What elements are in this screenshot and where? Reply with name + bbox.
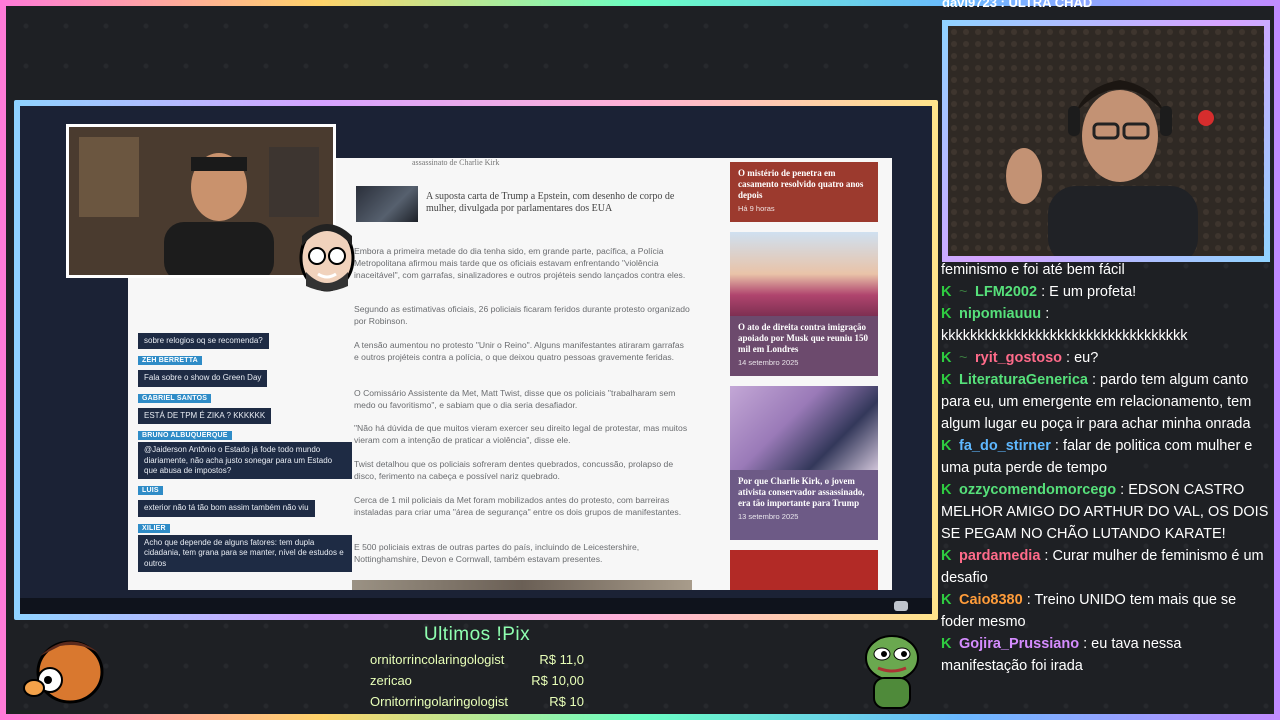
chat-message-text: E um profeta! (1049, 284, 1137, 300)
video-chat-overlay: sobre relogios oq se recomenda? ZEH BERR… (138, 330, 358, 572)
article-paragraph: Segundo as estimativas oficiais, 26 poli… (354, 304, 690, 326)
chat-message-text: eu? (1074, 350, 1099, 366)
chat-message: Kpardamedia : Curar mulher de feminismo … (941, 545, 1271, 589)
kick-badge-icon: K (941, 636, 952, 652)
pix-name: zericao (370, 673, 412, 688)
side-card-partial[interactable] (730, 550, 878, 590)
protest-photo (730, 232, 878, 316)
article-paragraph: Twist detalhou que os policiais sofreram… (354, 459, 674, 481)
related-article-title: A suposta carta de Trump a Epstein, com … (426, 191, 675, 214)
kick-badge-icon: K (941, 592, 952, 608)
overlay-username: ZEH BERRETTA (138, 356, 202, 366)
overlay-message: exterior não tá tão bom assim também não… (138, 500, 315, 517)
overlay-message: ESTÁ DE TPM É ZIKA ? KKKKKK (138, 407, 272, 425)
live-chat: feminismo e foi até bem fácil K ~ LFM2002 … (941, 259, 1271, 677)
side-card-title: O mistério de penetra em casamento resol… (738, 168, 864, 200)
overlay-username: BRUNO ALBUQUERQUE (138, 431, 232, 441)
article-paragraph: "Não há dúvida de que muitos vieram exer… (354, 423, 688, 445)
pix-amount: R$ 10,00 (531, 673, 584, 688)
chat-username[interactable]: Caio8380 (959, 592, 1023, 608)
kick-badge-icon: K (941, 350, 952, 366)
screen-capture: assassinato de Charlie Kirk A suposta ca… (20, 106, 932, 614)
article-paragraph: O Comissário Assistente da Met, Matt Twi… (354, 388, 676, 410)
side-card-date: 13 setembro 2025 (738, 512, 799, 522)
chat-username[interactable]: nipomiauuu (959, 306, 1041, 322)
chat-message: K Caio8380 : Treino UNIDO tem mais que se… (941, 589, 1271, 633)
chat-message: Kfa_do_stirner : falar de politica com m… (941, 435, 1271, 479)
dash-icon: ~ (959, 350, 968, 366)
pix-row: zericao R$ 10,00 (370, 673, 584, 688)
chat-username[interactable]: fa_do_stirner (959, 438, 1051, 454)
side-card-title: Por que Charlie Kirk, o jovem ativista c… (738, 476, 865, 508)
pix-donations-panel: Ultimos !Pix ornitorrincolaringologist R$… (370, 624, 584, 709)
cartoon-mascot-left (20, 628, 110, 708)
chat-username[interactable]: Gojira_Prussiano (959, 636, 1079, 652)
pix-amount: R$ 10 (549, 694, 584, 709)
chat-message: K Gojira_Prussiano : eu tava nessa manife… (941, 633, 1271, 677)
kick-badge-icon: K (941, 306, 952, 322)
kick-badge-icon: K (941, 438, 952, 454)
screen-capture-frame: assassinato de Charlie Kirk A suposta ca… (14, 100, 938, 620)
article-image-strip (352, 580, 692, 590)
article-top-cut: assassinato de Charlie Kirk (412, 158, 500, 167)
chat-top-cut-message: davi9723 : ULTRA CHAD (942, 0, 1093, 10)
pause-icon[interactable] (894, 601, 908, 611)
overlay-message: @Jaiderson Antônio o Estado já fode todo… (138, 442, 352, 480)
pepe-mascot (862, 628, 924, 712)
pix-amount: R$ 11,0 (539, 652, 584, 667)
video-controls-bar[interactable] (20, 598, 932, 614)
chat-username[interactable]: pardamedia (959, 548, 1040, 564)
chat-username[interactable]: LiteraturaGenerica (959, 372, 1088, 388)
article-paragraph: Cerca de 1 mil policiais da Met foram mo… (354, 495, 682, 517)
side-card[interactable]: O ato de direita contra imigração apoiad… (730, 232, 878, 376)
chat-message: K ~ ryit_gostoso : eu? (941, 347, 1271, 369)
article-column: assassinato de Charlie Kirk A suposta ca… (352, 158, 702, 590)
chat-message: K LiteraturaGenerica : pardo tem algum ca… (941, 369, 1271, 435)
overlay-username: GABRIEL SANTOS (138, 393, 212, 403)
chat-username[interactable]: ryit_gostoso (975, 350, 1062, 366)
article-paragraph: A tensão aumentou no protesto "Unir o Re… (354, 340, 684, 362)
side-card[interactable]: Por que Charlie Kirk, o jovem ativista c… (730, 386, 878, 540)
overlay-message: Fala sobre o show do Green Day (138, 370, 268, 387)
chat-message: K ~ LFM2002 : E um profeta! (941, 281, 1271, 303)
chat-username[interactable]: ozzycomendomorcego (959, 482, 1116, 498)
article-paragraph: Embora a primeira metade do dia tenha si… (354, 246, 686, 280)
pix-name: ornitorrincolaringologist (370, 652, 505, 667)
chat-message: Knipomiauuu : kkkkkkkkkkkkkkkkkkkkkkkkkk… (941, 303, 1271, 347)
overlay-username: LUIS (138, 486, 163, 496)
pix-title: Ultimos !Pix (423, 624, 531, 645)
chat-message: Kozzycomendomorcego : EDSON CASTRO MELHO… (941, 479, 1271, 545)
streamer-webcam-frame (942, 20, 1270, 262)
chat-message-text: feminismo e foi até bem fácil (941, 262, 1125, 278)
side-card[interactable]: O mistério de penetra em casamento resol… (730, 162, 878, 222)
kick-badge-icon: K (941, 548, 952, 564)
pix-row: ornitorrincolaringologist R$ 11,0 (370, 652, 584, 667)
pix-row: Ornitorringolaringologist R$ 10 (370, 694, 584, 709)
pix-name: Ornitorringolaringologist (370, 694, 509, 709)
streamer-webcam (948, 26, 1264, 256)
side-card-title: O ato de direita contra imigração apoiad… (738, 322, 868, 354)
chat-message: feminismo e foi até bem fácil (941, 259, 1271, 281)
related-article-thumbnail (356, 186, 418, 222)
kick-badge-icon: K (941, 482, 952, 498)
article-paragraph: E 500 policiais extras de outras partes … (354, 542, 640, 564)
kick-badge-icon: K (941, 372, 952, 388)
side-card-date: 14 setembro 2025 (738, 358, 799, 368)
side-card-date: Há 9 horas (738, 204, 775, 214)
overlay-message: sobre relogios oq se recomenda? (138, 333, 269, 350)
overlay-message: Acho que depende de alguns fatores: tem … (138, 534, 352, 572)
trump-kirk-photo (730, 386, 878, 470)
cartoon-avatar-sticker (296, 222, 358, 294)
chat-message-text: kkkkkkkkkkkkkkkkkkkkkkkkkkkkkkkkkk (941, 328, 1188, 344)
related-article-link[interactable]: A suposta carta de Trump a Epstein, com … (356, 186, 696, 222)
chat-username[interactable]: LFM2002 (975, 284, 1037, 300)
dash-icon: ~ (959, 284, 968, 300)
overlay-username: XILIER (138, 523, 170, 533)
kick-badge-icon: K (941, 284, 952, 300)
